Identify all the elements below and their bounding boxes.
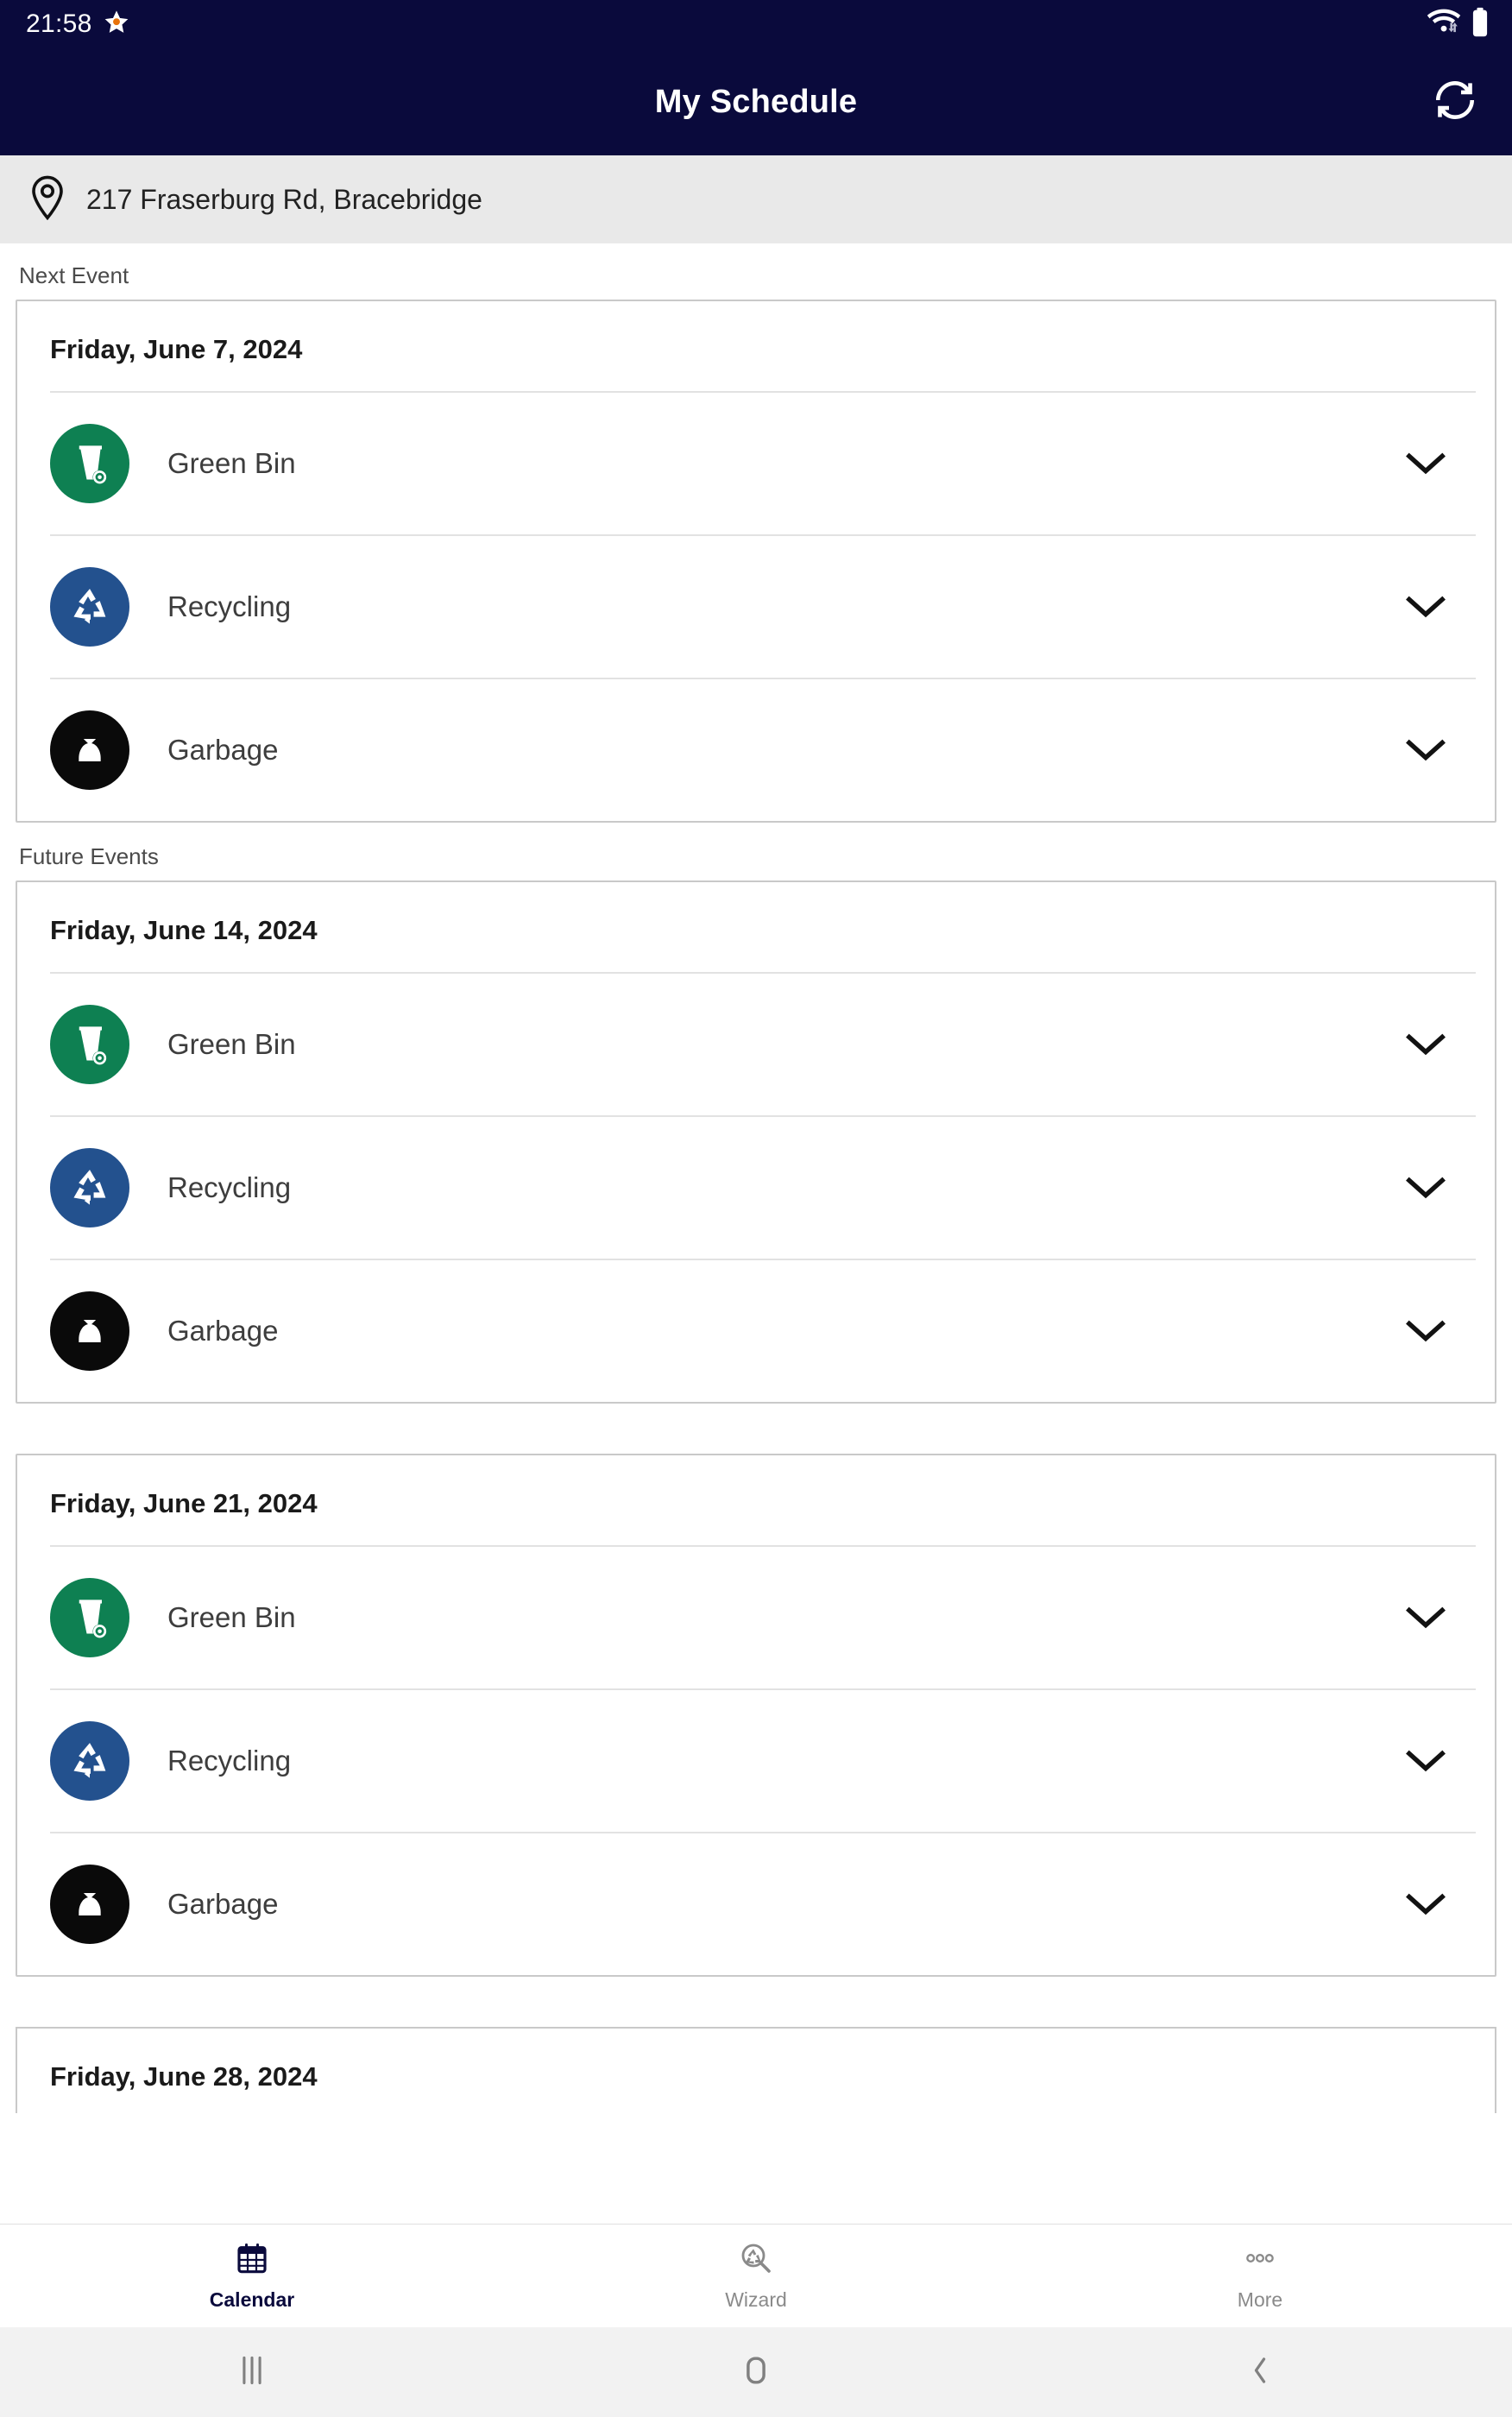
event-card-date: Friday, June 21, 2024 <box>50 1488 318 1518</box>
status-bar: 21:58 <box>0 0 1512 48</box>
recycling-icon <box>50 1721 129 1801</box>
status-bar-left: 21:58 <box>26 9 129 39</box>
back-button[interactable] <box>1008 2353 1512 2392</box>
event-name: Green Bin <box>167 1028 296 1060</box>
event-card-date: Friday, June 28, 2024 <box>50 2061 318 2092</box>
event-row[interactable]: Garbage <box>50 1832 1476 1975</box>
recents-icon <box>237 2353 267 2392</box>
garbage-bag-icon <box>50 710 129 790</box>
home-button[interactable] <box>504 2353 1008 2392</box>
more-dots-icon <box>1241 2241 1279 2280</box>
event-row[interactable]: Garbage <box>50 1259 1476 1402</box>
event-card: Friday, June 7, 2024 Green Bin Recycling… <box>16 300 1496 823</box>
event-row[interactable]: Green Bin <box>50 391 1476 534</box>
event-row[interactable]: Recycling <box>50 534 1476 678</box>
chevron-down-icon[interactable] <box>1400 1735 1452 1787</box>
event-name: Garbage <box>167 1888 279 1920</box>
bottom-tab-bar: Calendar Wizard More <box>0 2224 1512 2327</box>
event-name: Garbage <box>167 734 279 766</box>
recents-button[interactable] <box>0 2353 504 2392</box>
chevron-down-icon[interactable] <box>1400 438 1452 489</box>
green-bin-icon <box>50 1005 129 1084</box>
event-name: Recycling <box>167 590 292 622</box>
event-name: Garbage <box>167 1315 279 1347</box>
refresh-button[interactable] <box>1421 67 1490 136</box>
event-card-partial: Friday, June 28, 2024 <box>16 2027 1496 2113</box>
recycling-icon <box>50 567 129 647</box>
search-recycle-icon <box>739 2241 773 2280</box>
content-fade <box>0 2208 1512 2224</box>
app-bar: My Schedule <box>0 48 1512 155</box>
garbage-bag-icon <box>50 1291 129 1371</box>
garbage-bag-icon <box>50 1865 129 1944</box>
back-icon <box>1245 2353 1275 2392</box>
chevron-down-icon[interactable] <box>1400 1592 1452 1644</box>
tab-wizard[interactable]: Wizard <box>504 2241 1008 2312</box>
schedule-scroll-area[interactable]: Next Event Friday, June 7, 2024 Green Bi… <box>0 243 1512 2224</box>
tab-more[interactable]: More <box>1008 2241 1512 2312</box>
recycling-icon <box>50 1148 129 1227</box>
tab-calendar[interactable]: Calendar <box>0 2241 504 2312</box>
system-navigation-bar <box>0 2327 1512 2417</box>
tab-label: Wizard <box>725 2288 787 2311</box>
green-bin-icon <box>50 1578 129 1657</box>
chevron-down-icon[interactable] <box>1400 1305 1452 1357</box>
future-events-label: Future Events <box>19 843 159 869</box>
event-card-date: Friday, June 14, 2024 <box>50 915 318 945</box>
page-title: My Schedule <box>654 83 858 120</box>
location-pin-icon <box>28 175 67 224</box>
chevron-down-icon[interactable] <box>1400 724 1452 776</box>
event-card: Friday, June 14, 2024 Green Bin Recyclin… <box>16 880 1496 1404</box>
chevron-down-icon[interactable] <box>1400 1019 1452 1070</box>
chevron-down-icon[interactable] <box>1400 1162 1452 1214</box>
event-row[interactable]: Recycling <box>50 1688 1476 1832</box>
tab-label: Calendar <box>209 2288 295 2311</box>
address-bar[interactable]: 217 Fraserburg Rd, Bracebridge <box>0 155 1512 243</box>
event-row[interactable]: Recycling <box>50 1115 1476 1259</box>
event-name: Green Bin <box>167 1601 296 1633</box>
next-event-label: Next Event <box>19 262 129 288</box>
event-card-rows: Green Bin Recycling Garbage <box>17 972 1495 1402</box>
calendar-icon <box>235 2241 269 2280</box>
address-text: 217 Fraserburg Rd, Bracebridge <box>86 183 482 215</box>
chevron-down-icon[interactable] <box>1400 1878 1452 1930</box>
event-name: Recycling <box>167 1745 292 1776</box>
status-time: 21:58 <box>26 9 92 38</box>
star-icon <box>104 9 129 39</box>
battery-icon <box>1471 7 1490 42</box>
event-row[interactable]: Green Bin <box>50 972 1476 1115</box>
event-row[interactable]: Green Bin <box>50 1545 1476 1688</box>
refresh-icon <box>1430 75 1480 129</box>
chevron-down-icon[interactable] <box>1400 581 1452 633</box>
wifi-icon <box>1426 7 1462 42</box>
event-row[interactable]: Garbage <box>50 678 1476 821</box>
event-card: Friday, June 21, 2024 Green Bin Recyclin… <box>16 1454 1496 1977</box>
event-name: Recycling <box>167 1171 292 1203</box>
green-bin-icon <box>50 424 129 503</box>
event-card-rows: Green Bin Recycling Garbage <box>17 1545 1495 1975</box>
event-name: Green Bin <box>167 447 296 479</box>
home-icon <box>741 2353 771 2392</box>
tab-label: More <box>1237 2288 1283 2311</box>
app-root: 21:58 My Schedule 217 Fraserburg Rd, Bra… <box>0 0 1512 2417</box>
event-card-date: Friday, June 7, 2024 <box>50 334 303 364</box>
event-card-rows: Green Bin Recycling Garbage <box>17 391 1495 821</box>
status-bar-right <box>1426 7 1490 42</box>
